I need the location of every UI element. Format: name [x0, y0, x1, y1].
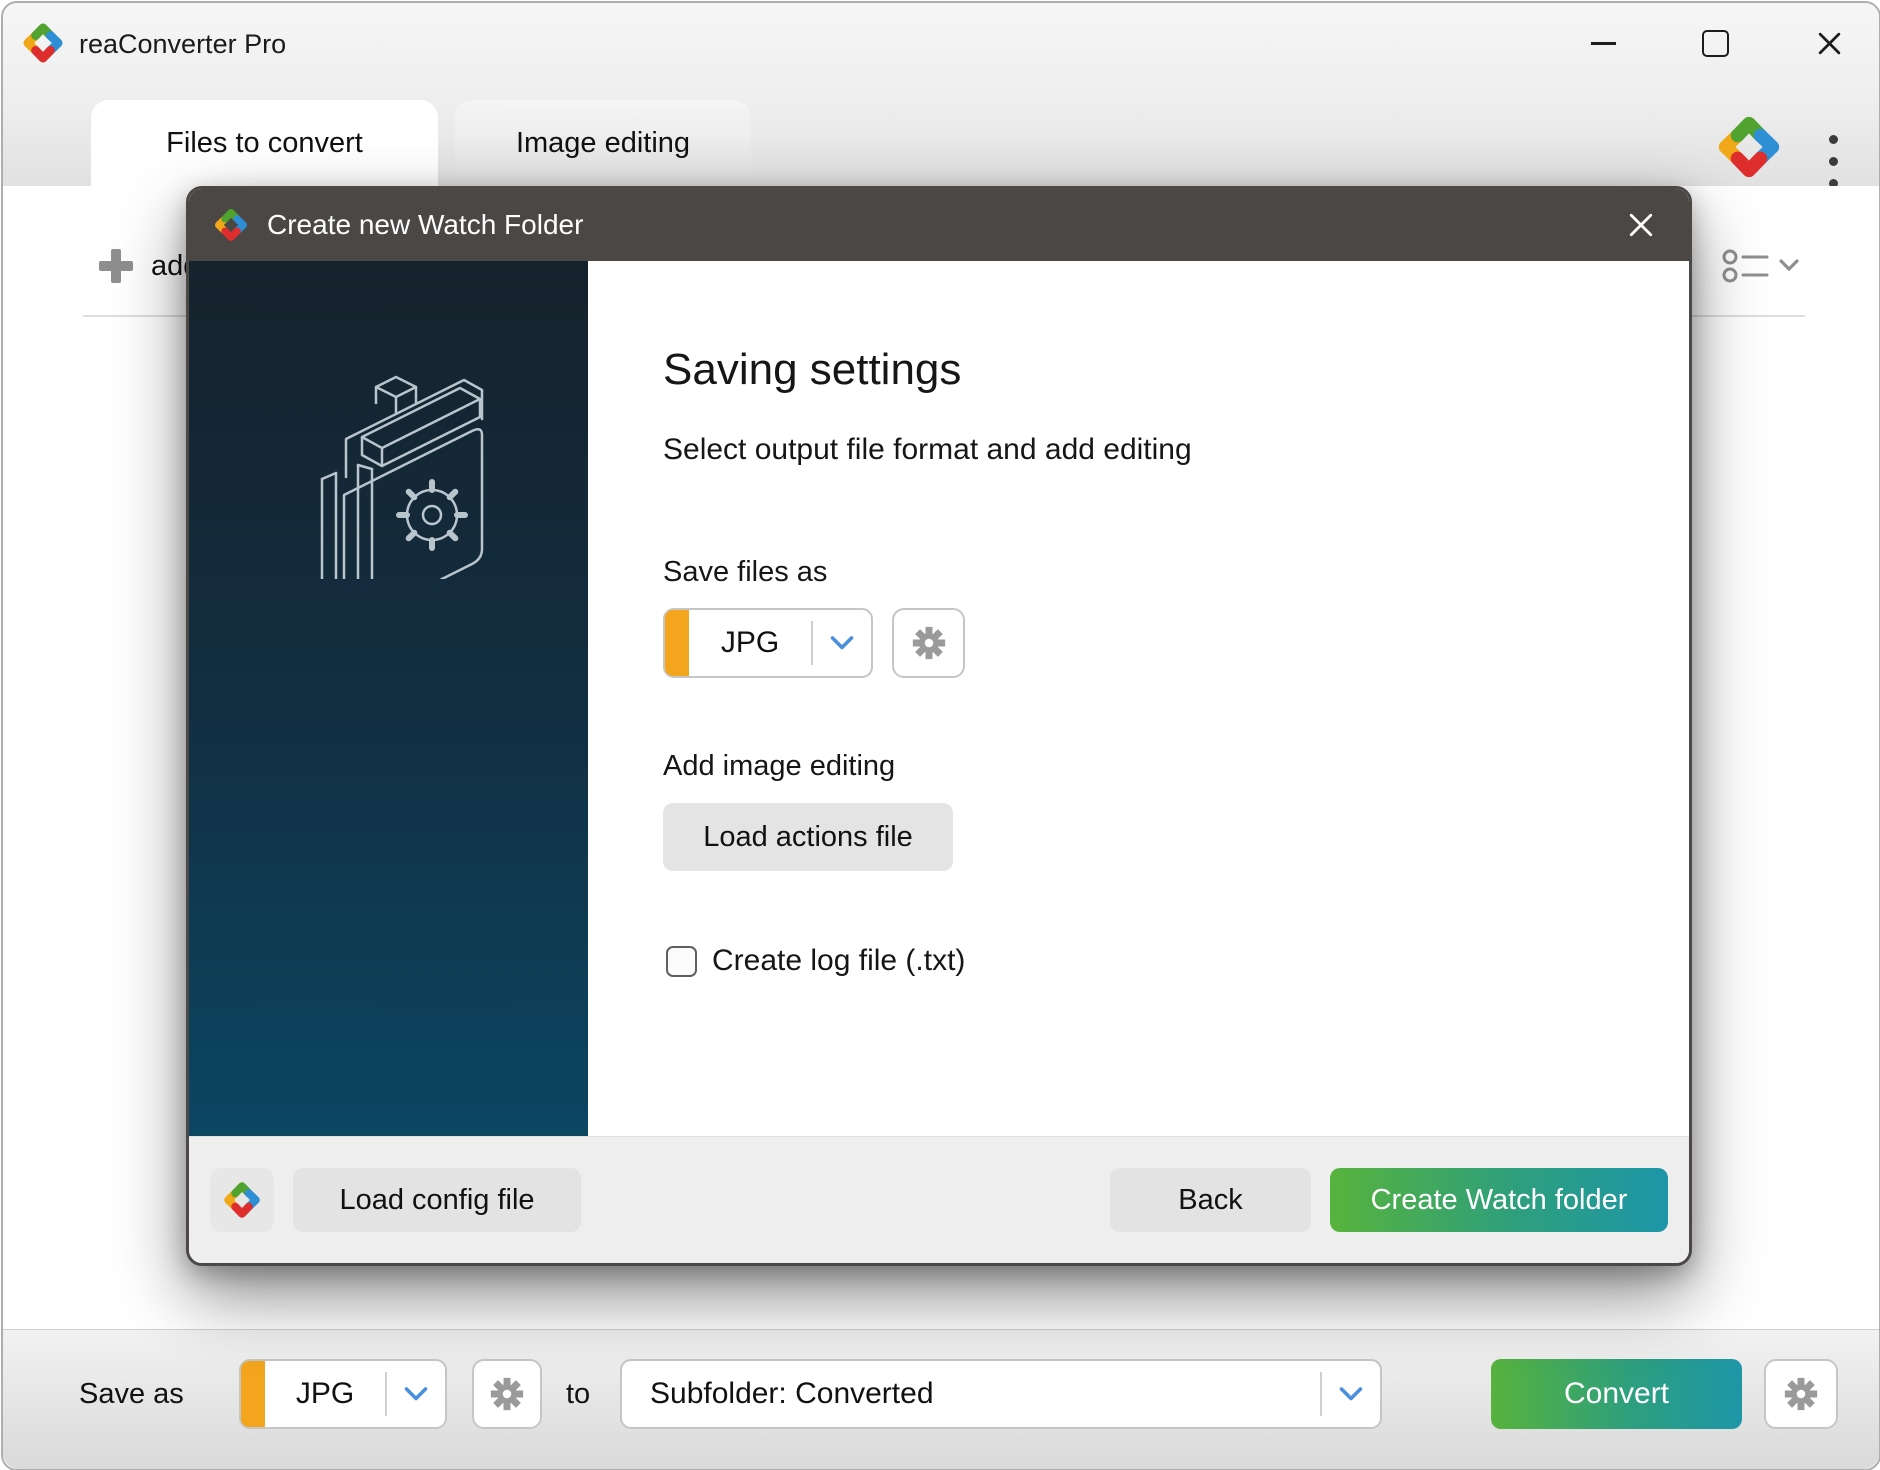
gear-icon [488, 1375, 526, 1413]
app-logo-icon [222, 1180, 262, 1220]
app-logo-icon [21, 21, 65, 65]
dialog-format-dropdown[interactable]: JPG [663, 608, 873, 678]
minimize-button[interactable] [1577, 17, 1629, 69]
tab-label: Files to convert [166, 126, 363, 159]
format-value: JPG [295, 1377, 355, 1410]
gear-icon [1782, 1375, 1820, 1413]
app-logo-icon [213, 207, 249, 243]
save-files-as-label: Save files as [663, 556, 828, 588]
dialog-title: Create new Watch Folder [267, 209, 584, 240]
format-accent-bar [665, 610, 689, 676]
convert-settings-button[interactable] [1764, 1359, 1838, 1429]
plus-icon [99, 249, 133, 283]
dialog-header: Create new Watch Folder [189, 189, 1689, 261]
create-log-checkbox[interactable] [666, 945, 697, 977]
dialog-illustration-panel [189, 261, 588, 1136]
chevron-down-icon [813, 636, 871, 650]
chevron-down-icon [387, 1387, 445, 1401]
create-log-row: Create log file (.txt) [666, 944, 965, 978]
format-value: JPG [720, 626, 780, 659]
load-actions-file-button[interactable]: Load actions file [663, 803, 953, 871]
add-image-editing-label: Add image editing [663, 750, 896, 782]
dialog-subheading: Select output file format and add editin… [663, 433, 1192, 466]
convert-button[interactable]: Convert [1491, 1359, 1742, 1429]
tab-label: Image editing [515, 126, 691, 159]
format-settings-button[interactable] [472, 1359, 542, 1429]
maximize-icon [1701, 29, 1729, 57]
create-watch-folder-button[interactable]: Create Watch folder [1330, 1168, 1668, 1232]
back-button[interactable]: Back [1110, 1168, 1311, 1232]
dialog-heading: Saving settings [663, 345, 962, 394]
format-accent-bar [241, 1361, 265, 1427]
app-title: reaConverter Pro [79, 29, 287, 59]
brand-logo-icon [1715, 113, 1783, 181]
dialog-close-button[interactable] [1617, 201, 1665, 249]
screen: reaConverter Pro Files to convert Image … [0, 0, 1880, 1470]
gear-icon [910, 624, 948, 662]
maximize-button[interactable] [1689, 17, 1741, 69]
dialog-logo-button[interactable] [210, 1168, 274, 1232]
output-format-dropdown[interactable]: JPG [239, 1359, 447, 1429]
close-icon [1817, 31, 1842, 56]
create-log-label: Create log file (.txt) [712, 944, 966, 977]
destination-value: Subfolder: Converted [650, 1377, 934, 1410]
list-view-icon [1722, 249, 1799, 283]
close-button[interactable] [1803, 17, 1855, 69]
close-icon [1628, 212, 1654, 238]
dialog-format-settings-button[interactable] [892, 608, 965, 678]
to-label: to [566, 1378, 591, 1410]
folder-gear-illustration-icon [320, 375, 483, 579]
tab-files-to-convert[interactable]: Files to convert [91, 100, 438, 186]
chevron-down-icon [1322, 1387, 1380, 1401]
view-selector-button[interactable] [1721, 245, 1805, 285]
dialog-content: Saving settings Select output file forma… [588, 261, 1689, 1136]
dialog-footer: Load config file Back Create Watch folde… [189, 1136, 1689, 1263]
destination-dropdown[interactable]: Subfolder: Converted [620, 1359, 1382, 1429]
create-watch-folder-dialog: Create new Watch Folder Saving settings … [186, 186, 1692, 1266]
minimize-icon [1590, 41, 1616, 45]
tab-image-editing[interactable]: Image editing [455, 100, 751, 186]
bottom-bar: Save as JPG to Subfolder: Converted Conv… [3, 1329, 1879, 1469]
dialog-body: Saving settings Select output file forma… [189, 261, 1689, 1136]
save-as-label: Save as [79, 1378, 184, 1410]
load-config-file-button[interactable]: Load config file [293, 1168, 581, 1232]
